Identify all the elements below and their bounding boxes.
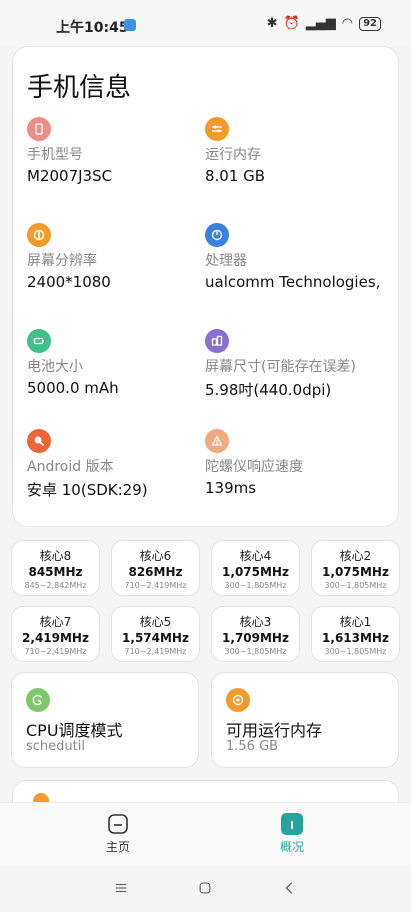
core-name: 核心5	[139, 615, 172, 629]
back-icon[interactable]	[280, 878, 300, 898]
core-card-4[interactable]: 核心4 1,075MHz 300~1,805MHz	[211, 540, 300, 596]
core-range: 300~1,805MHz	[224, 581, 287, 590]
core-range: 300~1,805MHz	[324, 647, 387, 656]
core-card-7[interactable]: 核心7 2,419MHz 710~2,419MHz	[11, 606, 100, 662]
home-icon	[107, 813, 129, 835]
alarm-icon: ⏰	[283, 16, 300, 31]
core-card-8[interactable]: 核心8 845MHz 845~2,842MHz	[11, 540, 100, 596]
bluetooth-off-icon: ✱	[266, 16, 278, 31]
info-label: 陀螺仪响应速度	[205, 459, 303, 475]
core-card-3[interactable]: 核心3 1,709MHz 300~1,805MHz	[211, 606, 300, 662]
info-value: 5.98吋(440.0dpi)	[205, 381, 332, 399]
battery-indicator: 92	[359, 16, 381, 31]
cpu-governor-title: CPU调度模式	[26, 721, 123, 740]
info-value: 2400*1080	[27, 273, 111, 291]
info-label: 屏幕分辨率	[27, 253, 97, 269]
core-card-2[interactable]: 核心2 1,075MHz 300~1,805MHz	[311, 540, 400, 596]
available-memory-icon	[226, 688, 250, 712]
info-item-battery: 电池大小 5000.0 mAh	[27, 329, 212, 397]
available-memory-card[interactable]: 可用运行内存 1.56 GB	[211, 672, 399, 768]
info-label: 运行内存	[205, 147, 261, 163]
core-card-6[interactable]: 核心6 826MHz 710~2,419MHz	[111, 540, 200, 596]
app-notification-icon	[124, 19, 136, 31]
home-nav-icon[interactable]	[195, 878, 215, 898]
core-card-5[interactable]: 核心5 1,574MHz 710~2,419MHz	[111, 606, 200, 662]
core-range: 845~2,842MHz	[24, 581, 87, 590]
core-frequency: 1,075MHz	[222, 565, 289, 579]
core-name: 核心2	[339, 549, 372, 563]
core-range: 710~2,419MHz	[124, 647, 187, 656]
info-value: 139ms	[205, 479, 257, 497]
core-name: 核心7	[39, 615, 72, 629]
status-time: 上午10:45	[56, 20, 129, 36]
cpu-governor-card[interactable]: CPU调度模式 schedutil	[11, 672, 199, 768]
tab-overview[interactable]: 概况	[262, 813, 322, 855]
available-memory-title: 可用运行内存	[226, 721, 323, 740]
info-item-resolution: 屏幕分辨率 2400*1080	[27, 223, 212, 291]
core-name: 核心3	[239, 615, 272, 629]
core-range: 300~1,805MHz	[224, 647, 287, 656]
info-item-model: 手机型号 M2007J3SC	[27, 117, 212, 185]
android-icon	[27, 429, 51, 453]
core-range: 710~2,419MHz	[24, 647, 87, 656]
core-frequency: 845MHz	[28, 565, 83, 579]
menu-icon[interactable]	[111, 878, 131, 898]
info-value: ualcomm Technologies,	[205, 273, 381, 291]
core-frequency: 1,709MHz	[222, 631, 289, 645]
info-item-screen-size: 屏幕尺寸(可能存在误差) 5.98吋(440.0dpi)	[205, 329, 390, 400]
cpu-governor-value: schedutil	[26, 739, 85, 754]
memory-icon	[205, 117, 229, 141]
screen-size-icon	[205, 329, 229, 353]
core-card-1[interactable]: 核心1 1,613MHz 300~1,805MHz	[311, 606, 400, 662]
battery-icon	[27, 329, 51, 353]
core-frequency: 1,574MHz	[122, 631, 189, 645]
resolution-icon	[27, 223, 51, 247]
core-name: 核心6	[139, 549, 172, 563]
tab-home[interactable]: 主页	[88, 813, 148, 855]
core-range: 300~1,805MHz	[324, 581, 387, 590]
core-name: 核心8	[39, 549, 72, 563]
signal-icon: ▂▄▆	[305, 16, 336, 31]
status-bar: 上午10:45 ✱ ⏰ ▂▄▆ ◠ 92	[0, 0, 411, 46]
page-title: 手机信息	[27, 73, 132, 103]
info-label: 电池大小	[27, 359, 83, 375]
info-item-processor: 处理器 ualcomm Technologies,	[205, 223, 390, 291]
core-frequency: 1,613MHz	[322, 631, 389, 645]
info-value: 5000.0 mAh	[27, 379, 119, 397]
info-label: 屏幕尺寸(可能存在误差)	[205, 359, 356, 375]
info-label: 手机型号	[27, 147, 83, 163]
processor-icon	[205, 223, 229, 247]
core-frequency: 826MHz	[128, 565, 183, 579]
info-value: 8.01 GB	[205, 167, 266, 185]
core-name: 核心1	[339, 615, 372, 629]
info-item-gyroscope: 陀螺仪响应速度 139ms	[205, 429, 390, 497]
overview-icon	[281, 813, 303, 835]
info-value: M2007J3SC	[27, 167, 113, 185]
info-label: Android 版本	[27, 459, 114, 475]
bottom-tab-bar: 主页 概况	[0, 802, 411, 866]
info-label: 处理器	[205, 253, 247, 269]
system-nav-bar	[0, 866, 411, 912]
tab-label: 主页	[105, 840, 130, 854]
info-value: 安卓 10(SDK:29)	[27, 481, 148, 499]
cpu-governor-icon	[26, 688, 50, 712]
core-range: 710~2,419MHz	[124, 581, 187, 590]
core-frequency: 2,419MHz	[22, 631, 89, 645]
info-item-ram: 运行内存 8.01 GB	[205, 117, 390, 185]
available-memory-value: 1.56 GB	[226, 739, 279, 754]
info-item-android: Android 版本 安卓 10(SDK:29)	[27, 429, 212, 500]
phone-info-card: 手机信息 手机型号 M2007J3SC 运行内存 8.01 GB 屏幕分辨率 2…	[12, 46, 399, 527]
core-name: 核心4	[239, 549, 272, 563]
wifi-icon: ◠	[341, 16, 354, 31]
gyroscope-icon	[205, 429, 229, 453]
tab-label: 概况	[279, 840, 304, 854]
phone-icon	[27, 117, 51, 141]
system-icons: ✱ ⏰ ▂▄▆ ◠ 92	[267, 16, 381, 31]
core-frequency: 1,075MHz	[322, 565, 389, 579]
